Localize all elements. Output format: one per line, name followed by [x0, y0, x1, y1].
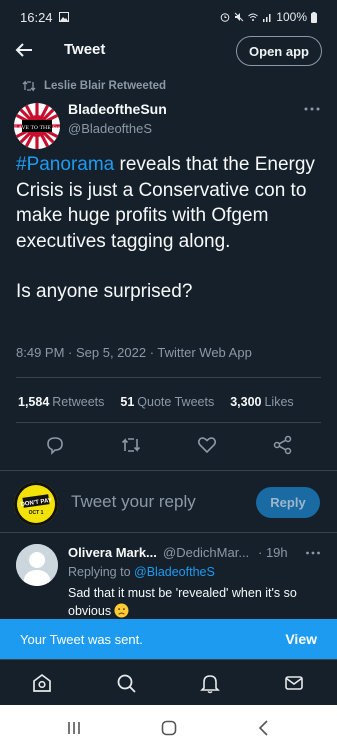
replying-to: Replying to @BladeoftheS — [68, 565, 215, 579]
gallery-notification-icon — [58, 12, 69, 22]
open-app-button[interactable]: Open app — [236, 36, 322, 66]
like-icon[interactable] — [196, 434, 218, 456]
tweet-text-second: Is anyone surprised? — [16, 281, 193, 302]
mute-icon — [234, 12, 244, 22]
more-options-icon[interactable] — [303, 104, 321, 114]
divider — [16, 422, 321, 423]
tweet-text: #Panorama reveals that the Energy Crisis… — [16, 152, 326, 330]
comment-time: · 19h — [258, 545, 288, 560]
retweeted-by-label: Leslie Blair Retweeted — [44, 80, 167, 92]
top-bar: Tweet Open app — [0, 34, 337, 68]
status-bar: 16:24 100% — [0, 0, 337, 34]
dont-pay-avatar-image: DON'T PAY OCT 1 — [14, 482, 58, 526]
signal-icon — [263, 14, 271, 22]
svg-text:OCT 1: OCT 1 — [29, 510, 44, 516]
tweet-stats: 1,584 Retweets 51 Quote Tweets 3,300 Likes — [18, 395, 294, 409]
recent-apps-icon[interactable] — [65, 719, 83, 737]
commenter-avatar[interactable] — [16, 544, 58, 586]
battery-percent: 100% — [276, 10, 307, 24]
retweets-stat[interactable]: 1,584 Retweets — [18, 395, 104, 409]
rising-sun-avatar-image: SLAVE TO THE Sun — [14, 103, 60, 149]
system-back-icon[interactable] — [255, 719, 273, 737]
default-profile-icon — [16, 544, 58, 586]
search-icon[interactable] — [115, 672, 137, 694]
hashtag-link[interactable]: #Panorama — [16, 154, 114, 175]
page-title: Tweet — [64, 41, 106, 58]
comment-more-options-icon[interactable] — [305, 549, 321, 557]
divider — [0, 470, 337, 471]
home-icon[interactable] — [31, 672, 53, 694]
home-button-icon[interactable] — [160, 719, 178, 737]
retweeted-by[interactable]: Leslie Blair Retweeted — [22, 80, 166, 92]
alarm-icon — [220, 13, 230, 22]
back-arrow-icon[interactable] — [12, 38, 36, 62]
wifi-icon — [248, 13, 259, 21]
author-name[interactable]: BladeoftheSun — [68, 101, 167, 117]
battery-icon — [311, 11, 317, 23]
quote-tweets-stat[interactable]: 51 Quote Tweets — [120, 395, 214, 409]
tweet-actions — [0, 434, 337, 462]
tweet-meta: 8:49 PM · Sep 5, 2022 · Twitter Web App — [16, 345, 252, 360]
commenter-name[interactable]: Olivera Mark... — [68, 545, 157, 560]
retweet-icon — [22, 80, 36, 92]
svg-text:SLAVE TO THE Sun: SLAVE TO THE Sun — [14, 125, 60, 131]
tweet-sent-toast: Your Tweet was sent. View — [0, 619, 337, 659]
reply-button[interactable]: Reply — [256, 487, 320, 518]
toast-message: Your Tweet was sent. — [20, 631, 143, 647]
toast-view-button[interactable]: View — [285, 631, 317, 647]
bottom-nav — [0, 659, 337, 705]
author-avatar[interactable]: SLAVE TO THE Sun — [14, 103, 60, 149]
share-icon[interactable] — [272, 434, 294, 456]
comment-text: Sad that it must be 'revealed' when it's… — [68, 586, 297, 618]
author-handle[interactable]: @BladeoftheS — [68, 121, 152, 136]
replying-to-link[interactable]: @BladeoftheS — [134, 565, 215, 579]
notifications-bell-icon[interactable] — [199, 672, 221, 694]
my-avatar[interactable]: DON'T PAY OCT 1 — [14, 482, 58, 526]
reply-input[interactable]: Tweet your reply — [71, 492, 196, 512]
likes-stat[interactable]: 3,300 Likes — [230, 395, 293, 409]
divider — [16, 377, 321, 378]
messages-envelope-icon[interactable] — [283, 672, 305, 694]
worried-face-emoji-icon — [114, 603, 129, 618]
status-time: 16:24 — [20, 9, 53, 25]
commenter-handle[interactable]: @DedichMar... — [163, 545, 249, 560]
reply-icon[interactable] — [44, 434, 66, 456]
divider — [0, 532, 337, 533]
retweet-action-icon[interactable] — [120, 434, 142, 456]
system-nav-bar — [0, 705, 337, 750]
